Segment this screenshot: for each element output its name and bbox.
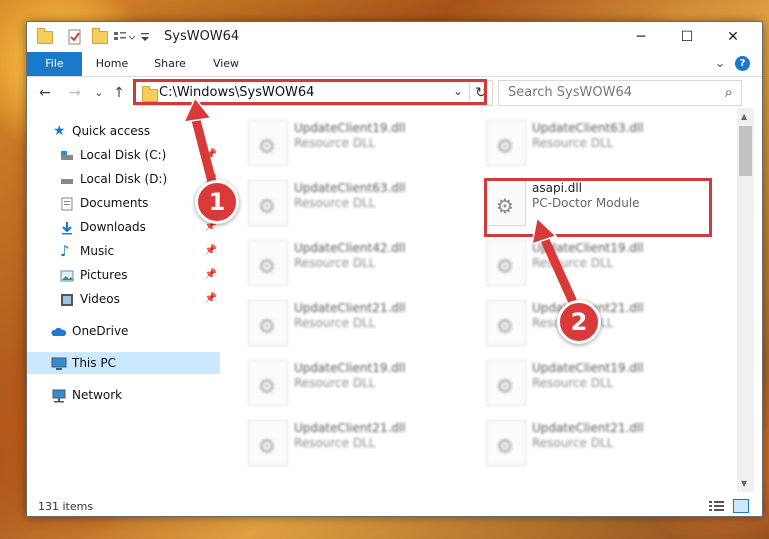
callout-step-2: 2: [557, 300, 601, 344]
callout-step-1: 1: [195, 180, 239, 224]
annotation-arrows: [182, 96, 577, 305]
